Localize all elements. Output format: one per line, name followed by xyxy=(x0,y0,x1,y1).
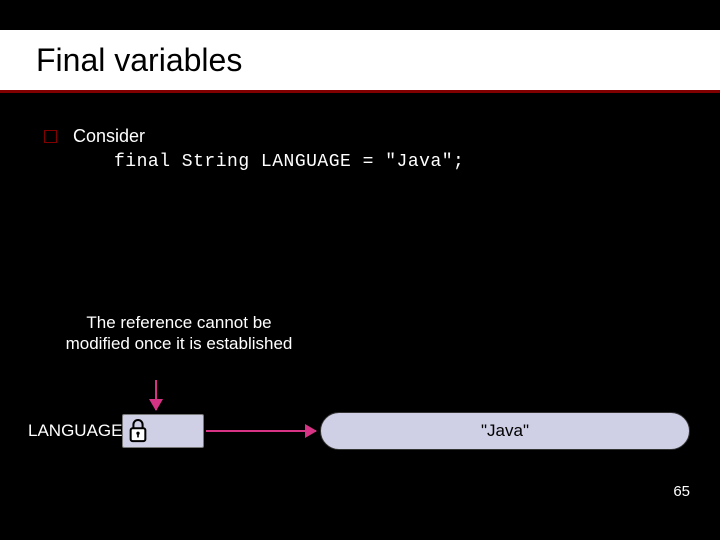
value-oval: "Java" xyxy=(320,412,690,450)
page-number: 65 xyxy=(673,483,690,500)
bullet-icon xyxy=(44,130,57,143)
title-bar: Final variables xyxy=(0,30,720,90)
slide: Final variables Consider final String LA… xyxy=(0,0,720,540)
reference-box xyxy=(122,414,204,448)
bullet-row: Consider xyxy=(44,124,680,148)
bullet-text: Consider xyxy=(73,124,145,148)
arrow-right-icon xyxy=(206,430,316,432)
title-underline xyxy=(0,90,720,93)
body: Consider final String LANGUAGE = "Java"; xyxy=(44,124,680,175)
value-text: "Java" xyxy=(481,421,529,441)
arrow-down-icon xyxy=(155,380,157,410)
code-line: final String LANGUAGE = "Java"; xyxy=(114,150,680,174)
note-text: The reference cannot be modified once it… xyxy=(64,312,294,355)
variable-label: LANGUAGE xyxy=(28,421,122,441)
lock-icon xyxy=(127,417,149,445)
slide-title: Final variables xyxy=(36,42,242,79)
